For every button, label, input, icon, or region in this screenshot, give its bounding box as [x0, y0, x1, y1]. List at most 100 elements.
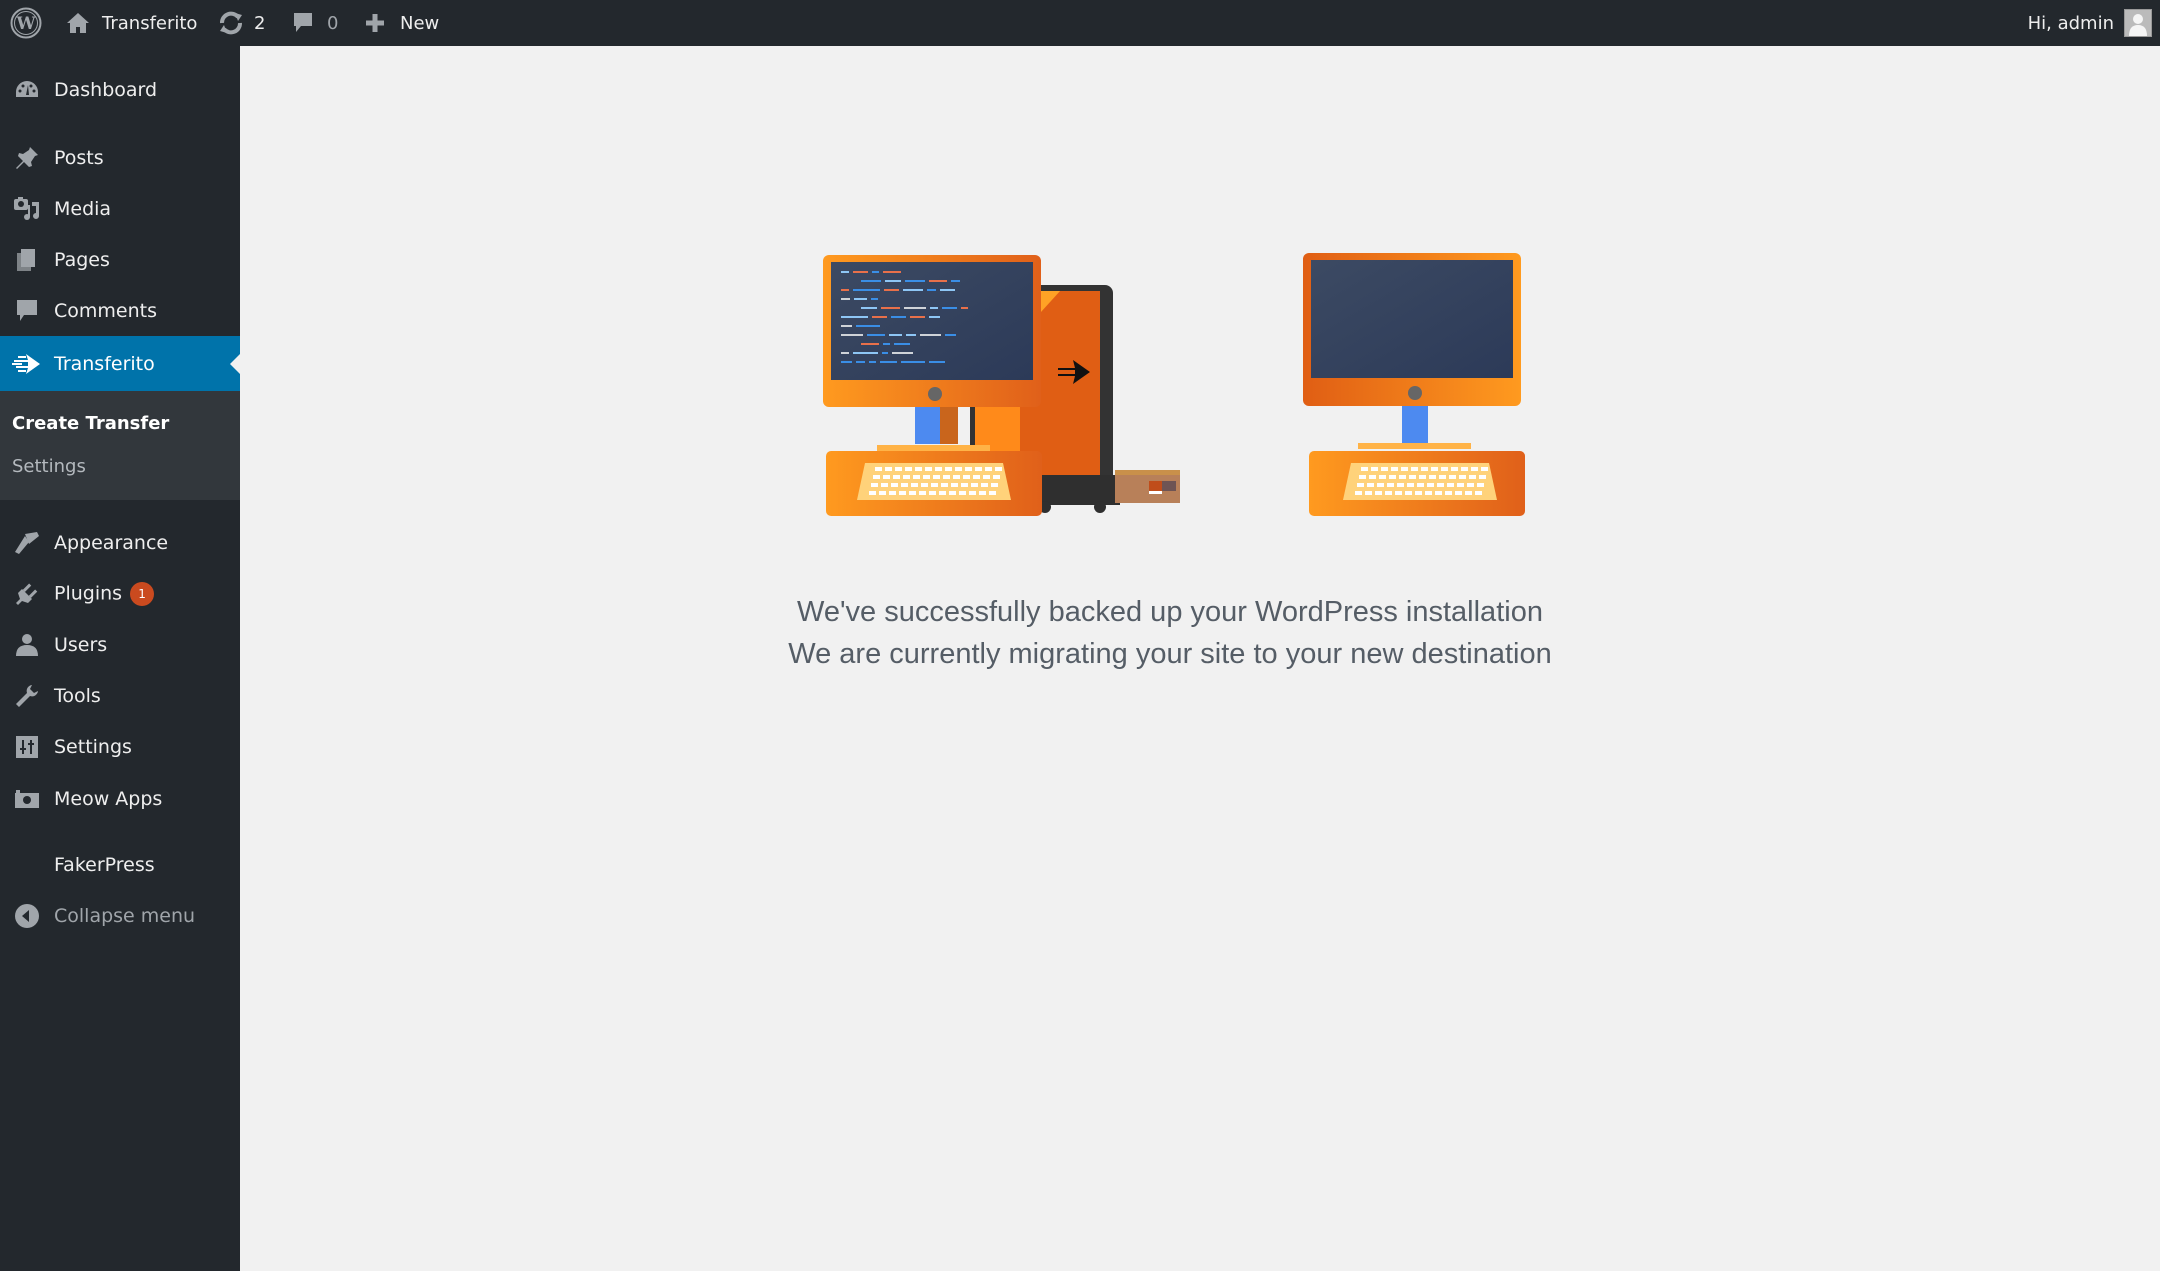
my-account-link[interactable]: Hi, admin	[2028, 0, 2152, 46]
keyboard-key	[1437, 483, 1444, 487]
sidebar-item-transferito[interactable]: Transferito	[0, 336, 240, 391]
keyboard-key	[903, 475, 910, 479]
keyboard-key	[1399, 475, 1406, 479]
updates-icon	[220, 11, 242, 35]
keyboard-key	[869, 491, 876, 495]
sidebar-item-comments[interactable]: Comments	[0, 289, 240, 333]
keyboard-key	[959, 491, 966, 495]
code-line	[951, 280, 960, 282]
site-name-link[interactable]: Transferito	[66, 0, 197, 46]
code-line	[929, 316, 940, 318]
sidebar-item-settings[interactable]: Settings	[0, 725, 240, 769]
code-line	[942, 307, 957, 309]
keyboard-key	[1475, 491, 1482, 495]
code-line	[853, 352, 878, 354]
keyboard-key	[925, 467, 932, 471]
code-line	[930, 307, 938, 309]
keyboard-key	[889, 491, 896, 495]
updates-link[interactable]: 2	[218, 0, 265, 46]
keyboard-key	[1429, 475, 1436, 479]
sidebar-item-posts[interactable]: Posts	[0, 136, 240, 180]
keyboard-key	[1375, 491, 1382, 495]
code-line	[872, 316, 887, 318]
submenu-item-create-transfer[interactable]: Create Transfer	[12, 413, 169, 434]
comments-link[interactable]: 0	[292, 0, 338, 46]
collapse-icon	[12, 901, 42, 931]
sidebar-item-fakerpress[interactable]: FakerPress	[0, 843, 240, 887]
home-icon	[67, 13, 89, 33]
sidebar-item-label: Pages	[54, 249, 110, 271]
collapse-menu-button[interactable]: Collapse menu	[0, 894, 240, 938]
keyboard-key	[893, 475, 900, 479]
sidebar-item-plugins[interactable]: Plugins 1	[0, 572, 240, 616]
keyboard-key	[1367, 483, 1374, 487]
keyboard-key	[1401, 467, 1408, 471]
keyboard-key	[1381, 467, 1388, 471]
transfer-illustration	[823, 253, 1525, 516]
code-line	[884, 289, 899, 291]
keyboard-key	[1359, 475, 1366, 479]
keyboard-key	[1469, 475, 1476, 479]
code-line	[872, 271, 879, 273]
keyboard-key	[969, 491, 976, 495]
keyboard-key	[1409, 475, 1416, 479]
source-computer	[823, 255, 1180, 516]
code-line	[841, 316, 868, 318]
keyboard-key	[931, 483, 938, 487]
migration-status-message: We are currently migrating your site to …	[788, 638, 1552, 670]
new-content-link[interactable]: New	[364, 0, 439, 46]
keyboard-key	[1389, 475, 1396, 479]
sidebar-item-label: Transferito	[54, 352, 155, 375]
sidebar-item-appearance[interactable]: Appearance	[0, 521, 240, 565]
keyboard-key	[899, 491, 906, 495]
code-line	[841, 298, 850, 300]
code-line	[904, 307, 926, 309]
keyboard-key	[1481, 467, 1488, 471]
keyboard-key	[885, 467, 892, 471]
code-line	[889, 334, 902, 336]
keyboard-key	[1407, 483, 1414, 487]
sidebar-item-pages[interactable]: Pages	[0, 238, 240, 282]
sidebar-item-label: Users	[54, 634, 108, 656]
sidebar-item-users[interactable]: Users	[0, 623, 240, 667]
sidebar-item-meow-apps[interactable]: Meow Apps	[0, 777, 240, 821]
code-line	[929, 280, 947, 282]
keyboard-key	[901, 483, 908, 487]
code-line	[841, 352, 849, 354]
keyboard-key	[929, 491, 936, 495]
keyboard-key	[989, 491, 996, 495]
sidebar-item-label: Settings	[54, 736, 132, 758]
keyboard-key	[883, 475, 890, 479]
admin-sidebar: Dashboard Posts Media Pages Comments Tra…	[0, 46, 240, 1271]
sidebar-item-tools[interactable]: Tools	[0, 674, 240, 718]
keyboard-key	[1387, 483, 1394, 487]
plus-icon	[366, 14, 384, 32]
code-line	[856, 325, 880, 327]
comment-icon	[12, 296, 42, 326]
keyboard-key	[961, 483, 968, 487]
keyboard-key	[873, 475, 880, 479]
keyboard-key	[975, 467, 982, 471]
sidebar-item-label: Plugins 1	[54, 582, 155, 606]
sidebar-item-label: FakerPress	[54, 854, 155, 876]
sidebar-item-media[interactable]: Media	[0, 187, 240, 231]
keyboard-key	[921, 483, 928, 487]
plugins-label: Plugins	[54, 582, 123, 605]
code-line	[869, 361, 876, 363]
sidebar-item-dashboard[interactable]: Dashboard	[0, 68, 240, 112]
code-line	[881, 307, 900, 309]
keyboard-key	[965, 467, 972, 471]
keyboard-key	[949, 491, 956, 495]
comment-icon	[294, 13, 312, 32]
code-line	[854, 298, 867, 300]
keyboard-key	[1371, 467, 1378, 471]
wordpress-logo-button[interactable]: W	[10, 0, 42, 46]
plugin-icon	[12, 579, 42, 609]
code-line	[891, 316, 906, 318]
keyboard-key	[1465, 491, 1472, 495]
code-line	[906, 334, 916, 336]
keyboard-key	[1369, 475, 1376, 479]
keyboard-key	[915, 467, 922, 471]
comments-count: 0	[327, 12, 339, 34]
submenu-item-settings[interactable]: Settings	[12, 456, 86, 477]
